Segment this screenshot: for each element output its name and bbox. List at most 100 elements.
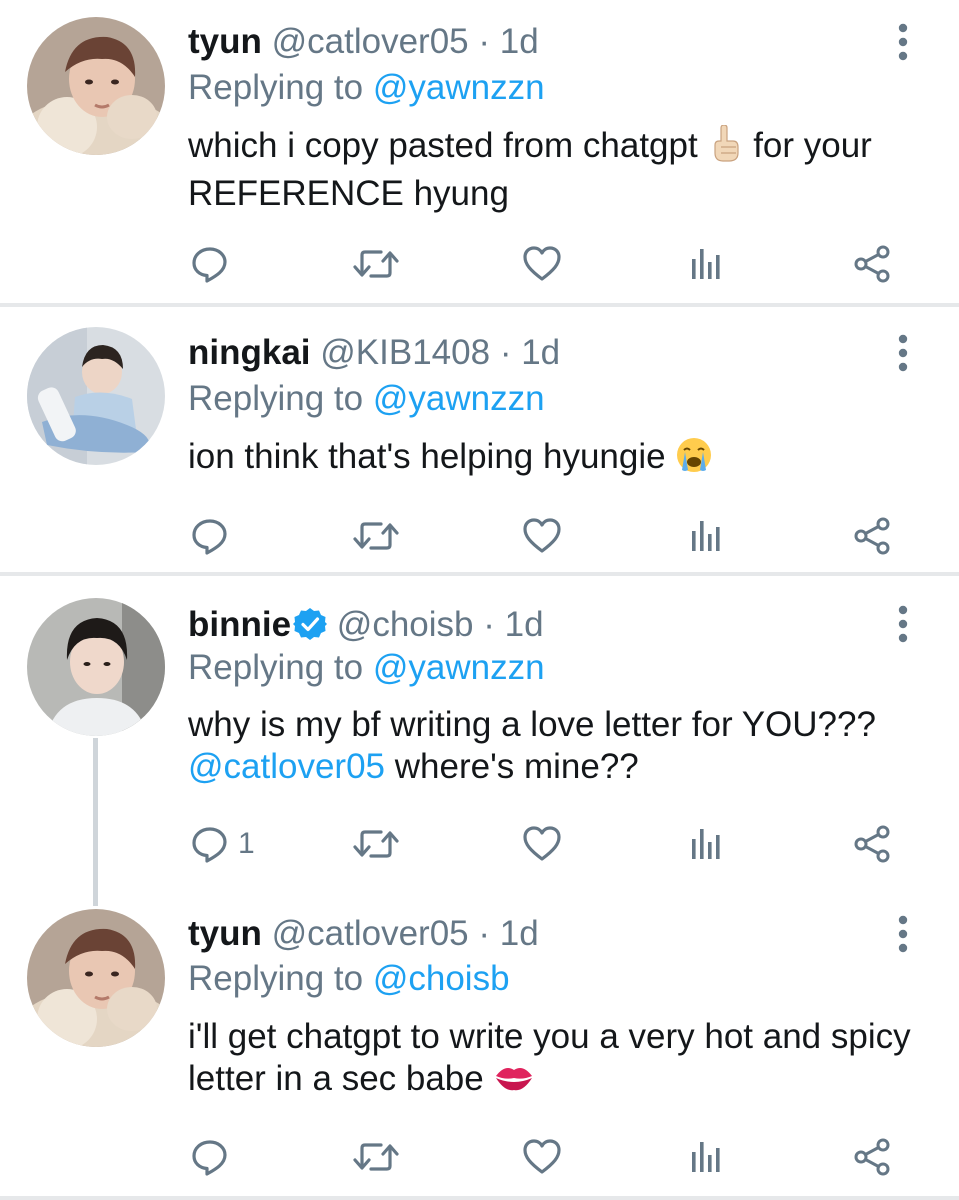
like-button[interactable] bbox=[522, 820, 562, 868]
more-options-icon[interactable] bbox=[893, 22, 913, 62]
like-button[interactable] bbox=[522, 512, 562, 560]
avatar-image bbox=[27, 909, 165, 1047]
share-button[interactable] bbox=[852, 1133, 892, 1181]
share-icon bbox=[852, 516, 892, 556]
retweet-icon bbox=[352, 824, 400, 864]
retweet-icon bbox=[352, 516, 400, 556]
more-options-icon[interactable] bbox=[893, 333, 913, 373]
tweet-text-mention[interactable]: @catlover05 bbox=[188, 747, 385, 786]
timestamp[interactable]: 1d bbox=[500, 22, 539, 61]
tweet-actions bbox=[0, 240, 959, 288]
reply-button[interactable]: 1 bbox=[190, 820, 255, 868]
user-handle[interactable]: @choisb bbox=[337, 605, 474, 644]
share-icon bbox=[852, 244, 892, 284]
stats-icon bbox=[686, 516, 726, 556]
stats-icon bbox=[686, 1137, 726, 1177]
tweet-text-part: where's mine?? bbox=[394, 747, 639, 786]
tweet-text-part: ion think that's helping hyungie bbox=[188, 437, 666, 476]
replying-to: Replying to @choisb bbox=[188, 957, 510, 1001]
display-name[interactable]: tyun bbox=[188, 22, 262, 61]
tweet-text: ion think that's helping hyungie bbox=[188, 436, 928, 484]
avatar[interactable] bbox=[27, 17, 165, 155]
replying-to-mention[interactable]: @yawnzzn bbox=[373, 648, 545, 687]
more-options-icon[interactable] bbox=[893, 914, 913, 954]
retweet-button[interactable] bbox=[352, 512, 400, 560]
analytics-button[interactable] bbox=[686, 512, 726, 560]
like-button[interactable] bbox=[522, 240, 562, 288]
replying-to-mention[interactable]: @choisb bbox=[373, 959, 510, 998]
tweet-text: i'll get chatgpt to write you a very hot… bbox=[188, 1016, 928, 1106]
tweet-header: tyun @catlover05 · 1d bbox=[188, 20, 539, 64]
tweet-4[interactable]: tyun @catlover05 · 1d Replying to @chois… bbox=[0, 896, 959, 1200]
tweet-header: binnie @choisb · 1d bbox=[188, 603, 544, 652]
tweet-text-part: why is my bf writing a love letter for Y… bbox=[188, 705, 876, 744]
retweet-icon bbox=[352, 1137, 400, 1177]
user-handle[interactable]: @KIB1408 bbox=[320, 333, 490, 372]
timestamp[interactable]: 1d bbox=[500, 914, 539, 953]
replying-to-prefix: Replying to bbox=[188, 648, 364, 687]
reply-button[interactable] bbox=[190, 1133, 238, 1181]
tweet-actions: 1 bbox=[0, 820, 959, 868]
tweet-text: which i copy pasted from chatgpt for you… bbox=[188, 124, 928, 215]
like-button[interactable] bbox=[522, 1133, 562, 1181]
analytics-button[interactable] bbox=[686, 820, 726, 868]
share-button[interactable] bbox=[852, 820, 892, 868]
share-icon bbox=[852, 824, 892, 864]
pointing-up-emoji bbox=[707, 124, 743, 173]
tweet-2[interactable]: ningkai @KIB1408 · 1d Replying to @yawnz… bbox=[0, 307, 959, 574]
avatar-image bbox=[27, 327, 165, 465]
tweet-actions bbox=[0, 512, 959, 560]
share-button[interactable] bbox=[852, 512, 892, 560]
tweet-divider bbox=[0, 1196, 959, 1200]
heart-icon bbox=[522, 1137, 562, 1177]
tweet-text-part: i'll get chatgpt to write you a very hot… bbox=[188, 1017, 911, 1098]
reply-icon bbox=[190, 244, 230, 284]
share-button[interactable] bbox=[852, 240, 892, 288]
replying-to: Replying to @yawnzzn bbox=[188, 377, 545, 421]
replying-to-prefix: Replying to bbox=[188, 68, 364, 107]
timestamp[interactable]: 1d bbox=[521, 333, 560, 372]
heart-icon bbox=[522, 824, 562, 864]
tweet-3[interactable]: binnie @choisb · 1d Replying to @yawnzzn… bbox=[0, 576, 959, 896]
user-handle[interactable]: @catlover05 bbox=[272, 914, 469, 953]
avatar[interactable] bbox=[27, 598, 165, 736]
kiss-mark-emoji bbox=[493, 1060, 535, 1106]
separator-dot: · bbox=[478, 914, 491, 953]
reply-count: 1 bbox=[238, 827, 255, 860]
avatar[interactable] bbox=[27, 909, 165, 1047]
retweet-button[interactable] bbox=[352, 240, 400, 288]
share-icon bbox=[852, 1137, 892, 1177]
user-handle[interactable]: @catlover05 bbox=[272, 22, 469, 61]
stats-icon bbox=[686, 244, 726, 284]
retweet-icon bbox=[352, 244, 400, 284]
timestamp[interactable]: 1d bbox=[505, 605, 544, 644]
replying-to: Replying to @yawnzzn bbox=[188, 646, 545, 690]
tweet-header: ningkai @KIB1408 · 1d bbox=[188, 331, 560, 375]
analytics-button[interactable] bbox=[686, 240, 726, 288]
more-options-icon[interactable] bbox=[893, 604, 913, 644]
loudly-crying-emoji bbox=[675, 436, 713, 484]
reply-button[interactable] bbox=[190, 240, 238, 288]
display-name[interactable]: tyun bbox=[188, 914, 262, 953]
reply-icon bbox=[190, 1137, 230, 1177]
display-name[interactable]: ningkai bbox=[188, 333, 311, 372]
separator-dot: · bbox=[478, 22, 491, 61]
tweet-text: why is my bf writing a love letter for Y… bbox=[188, 704, 928, 788]
retweet-button[interactable] bbox=[352, 1133, 400, 1181]
heart-icon bbox=[522, 516, 562, 556]
tweet-text-part: which i copy pasted from chatgpt bbox=[188, 126, 698, 165]
display-name[interactable]: binnie bbox=[188, 605, 291, 644]
heart-icon bbox=[522, 244, 562, 284]
replying-to-mention[interactable]: @yawnzzn bbox=[373, 379, 545, 418]
tweet-1[interactable]: tyun @catlover05 · 1d Replying to @yawnz… bbox=[0, 0, 959, 305]
replying-to-mention[interactable]: @yawnzzn bbox=[373, 68, 545, 107]
avatar-image bbox=[27, 598, 165, 736]
replying-to-prefix: Replying to bbox=[188, 959, 364, 998]
reply-button[interactable] bbox=[190, 512, 238, 560]
reply-icon bbox=[190, 824, 230, 864]
analytics-button[interactable] bbox=[686, 1133, 726, 1181]
avatar[interactable] bbox=[27, 327, 165, 465]
retweet-button[interactable] bbox=[352, 820, 400, 868]
replying-to: Replying to @yawnzzn bbox=[188, 66, 545, 110]
avatar-image bbox=[27, 17, 165, 155]
